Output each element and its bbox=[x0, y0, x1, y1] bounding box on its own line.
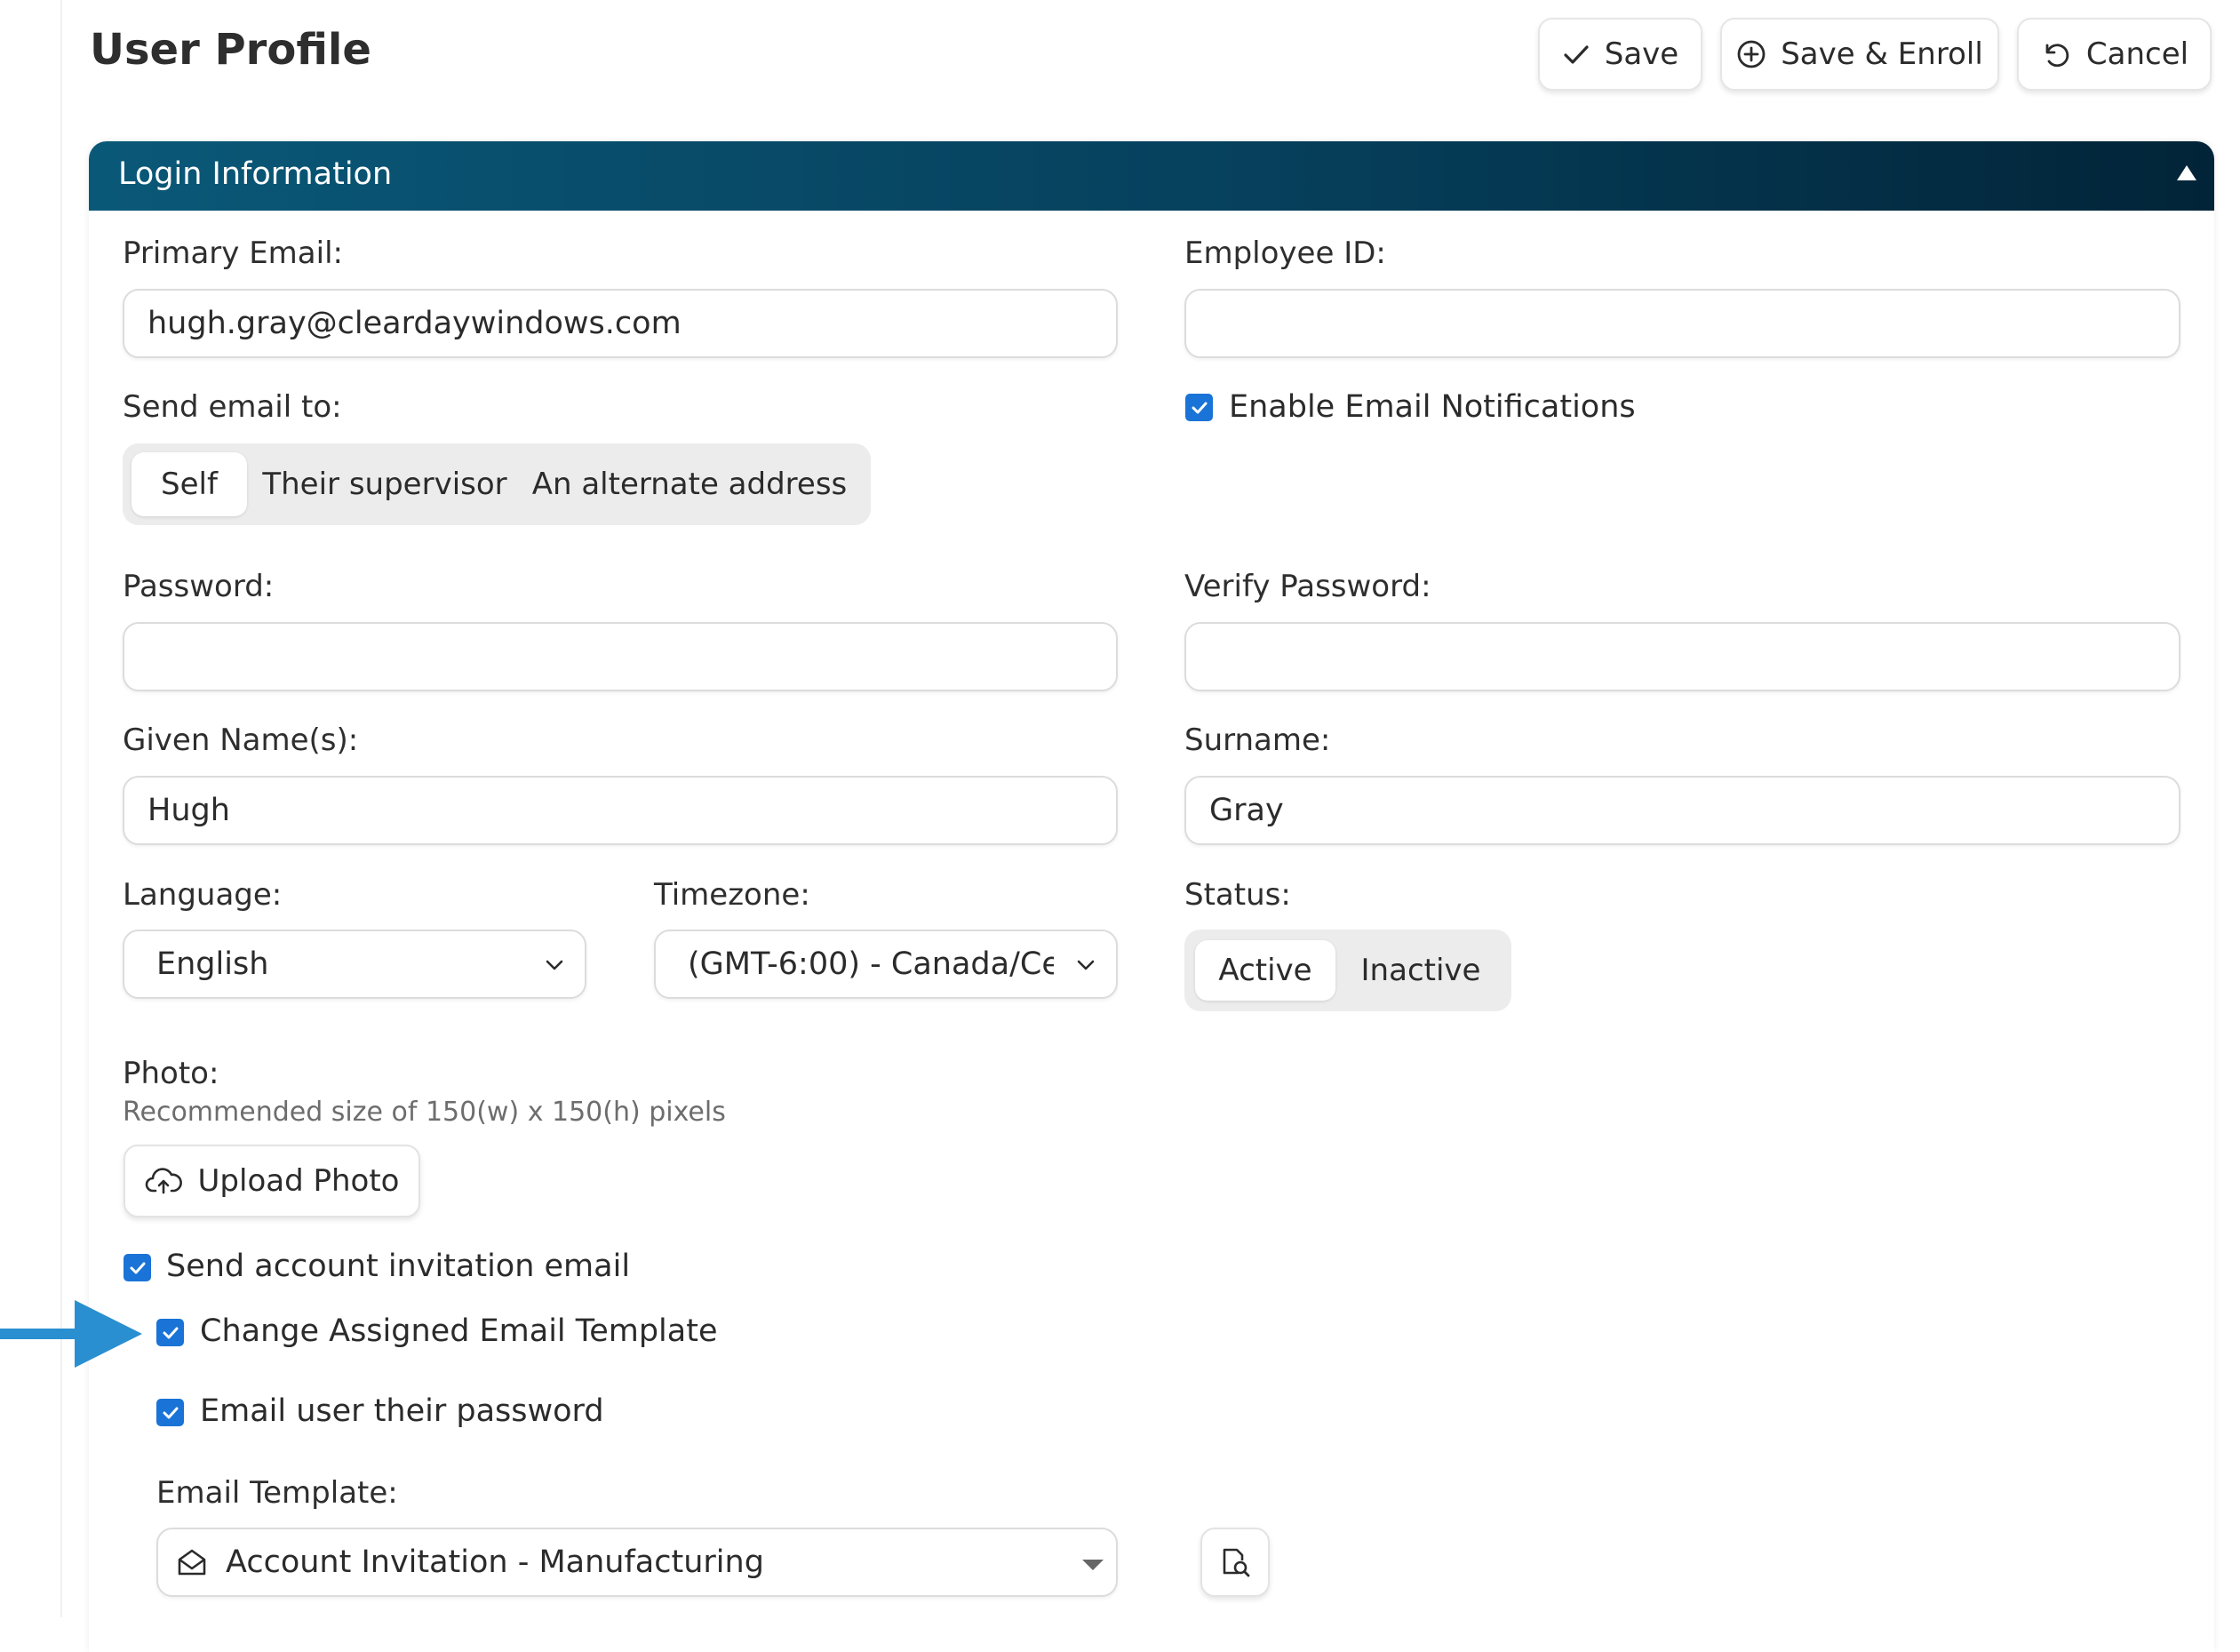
chevron-down-icon bbox=[546, 960, 563, 970]
change-template-checkbox[interactable] bbox=[156, 1319, 184, 1346]
language-label: Language: bbox=[123, 877, 283, 913]
email-password-label: Email user their password bbox=[200, 1393, 604, 1429]
checkmark-icon bbox=[163, 1407, 178, 1418]
upload-photo-button[interactable]: Upload Photo bbox=[124, 1145, 420, 1217]
photo-hint: Recommended size of 150(w) x 150(h) pixe… bbox=[123, 1097, 726, 1128]
chevron-down-icon bbox=[1077, 960, 1095, 970]
enable-email-notifications-label: Enable Email Notifications bbox=[1229, 389, 1636, 425]
surname-label: Surname: bbox=[1184, 722, 1331, 758]
plus-circle-icon bbox=[1737, 40, 1766, 68]
employee-id-label: Employee ID: bbox=[1184, 235, 1386, 271]
undo-icon bbox=[2045, 44, 2069, 68]
check-icon bbox=[1564, 45, 1589, 64]
change-template-label: Change Assigned Email Template bbox=[200, 1313, 718, 1349]
page-title: User Profile bbox=[90, 25, 371, 75]
left-gutter bbox=[0, 0, 62, 1617]
status-segmented: Active Inactive bbox=[1184, 930, 1511, 1011]
cancel-button[interactable]: Cancel bbox=[2017, 18, 2212, 91]
primary-email-input[interactable]: hugh.gray@cleardaywindows.com bbox=[123, 289, 1118, 358]
password-input[interactable] bbox=[123, 622, 1118, 691]
verify-password-label: Verify Password: bbox=[1184, 569, 1431, 604]
send-email-to-segmented: Self Their supervisor An alternate addre… bbox=[123, 443, 871, 525]
checkmark-icon bbox=[1192, 402, 1207, 413]
panel-title: Login Information bbox=[118, 156, 393, 192]
verify-password-input[interactable] bbox=[1184, 622, 2180, 691]
status-inactive-option[interactable]: Inactive bbox=[1343, 940, 1499, 1001]
status-label: Status: bbox=[1184, 877, 1291, 913]
primary-email-label: Primary Email: bbox=[123, 235, 343, 271]
password-label: Password: bbox=[123, 569, 275, 604]
given-name-input[interactable]: Hugh bbox=[123, 776, 1118, 845]
email-password-checkbox[interactable] bbox=[156, 1399, 184, 1426]
upload-photo-label: Upload Photo bbox=[197, 1163, 400, 1199]
language-select-value: English bbox=[156, 946, 269, 982]
status-active-option[interactable]: Active bbox=[1195, 940, 1335, 1001]
email-template-select[interactable]: Account Invitation - Manufacturing bbox=[156, 1528, 1118, 1597]
email-template-value: Account Invitation - Manufacturing bbox=[226, 1544, 764, 1580]
envelope-open-icon bbox=[178, 1549, 206, 1576]
checkmark-icon bbox=[130, 1262, 145, 1273]
timezone-select-value: (GMT-6:00) - Canada/Centra bbox=[688, 946, 1054, 982]
save-and-enroll-button-label: Save & Enroll bbox=[1781, 36, 1983, 72]
cancel-button-label: Cancel bbox=[2085, 36, 2189, 72]
save-and-enroll-button[interactable]: Save & Enroll bbox=[1720, 18, 1999, 91]
given-name-label: Given Name(s): bbox=[123, 722, 359, 758]
save-button-label: Save bbox=[1604, 36, 1679, 72]
photo-label: Photo: bbox=[123, 1056, 219, 1091]
caret-up-icon[interactable] bbox=[2177, 165, 2196, 180]
language-select[interactable]: English bbox=[123, 930, 586, 999]
timezone-select[interactable]: (GMT-6:00) - Canada/Centra bbox=[654, 930, 1118, 999]
send-invitation-checkbox[interactable] bbox=[124, 1254, 151, 1281]
send-email-to-alternate-option[interactable]: An alternate address bbox=[519, 452, 860, 516]
timezone-label: Timezone: bbox=[654, 877, 810, 913]
send-email-to-supervisor-option[interactable]: Their supervisor bbox=[258, 452, 512, 516]
email-template-label: Email Template: bbox=[156, 1475, 398, 1511]
surname-input[interactable]: Gray bbox=[1184, 776, 2180, 845]
send-invitation-label: Send account invitation email bbox=[166, 1249, 631, 1284]
preview-template-button[interactable] bbox=[1200, 1528, 1270, 1597]
checkmark-icon bbox=[163, 1327, 178, 1338]
send-email-to-label: Send email to: bbox=[123, 389, 342, 425]
employee-id-input[interactable] bbox=[1184, 289, 2180, 358]
arrow-right-icon bbox=[0, 1300, 142, 1368]
cloud-upload-icon bbox=[145, 1168, 182, 1194]
caret-down-icon bbox=[1082, 1560, 1104, 1570]
document-search-icon bbox=[1223, 1548, 1250, 1577]
send-email-to-self-option[interactable]: Self bbox=[132, 452, 247, 516]
enable-email-notifications-checkbox[interactable] bbox=[1185, 394, 1213, 421]
panel-header[interactable]: Login Information bbox=[89, 141, 2214, 211]
save-button[interactable]: Save bbox=[1538, 18, 1702, 91]
